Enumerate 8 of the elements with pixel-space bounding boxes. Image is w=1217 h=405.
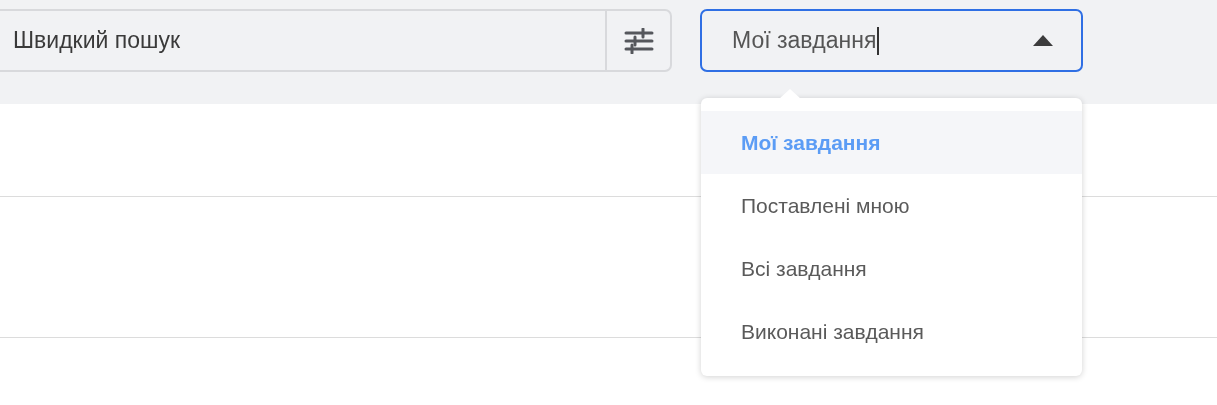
task-filter-select[interactable]: Мої завдання <box>700 9 1083 72</box>
menu-option[interactable]: Виконані завдання <box>701 300 1082 363</box>
menu-option[interactable]: Поставлені мною <box>701 174 1082 237</box>
caret-icon <box>1033 35 1053 46</box>
sliders-icon <box>623 27 654 54</box>
menu-option[interactable]: Всі завдання <box>701 237 1082 300</box>
filter-button[interactable] <box>605 9 672 72</box>
search-field[interactable]: Швидкий пошук <box>0 9 605 72</box>
